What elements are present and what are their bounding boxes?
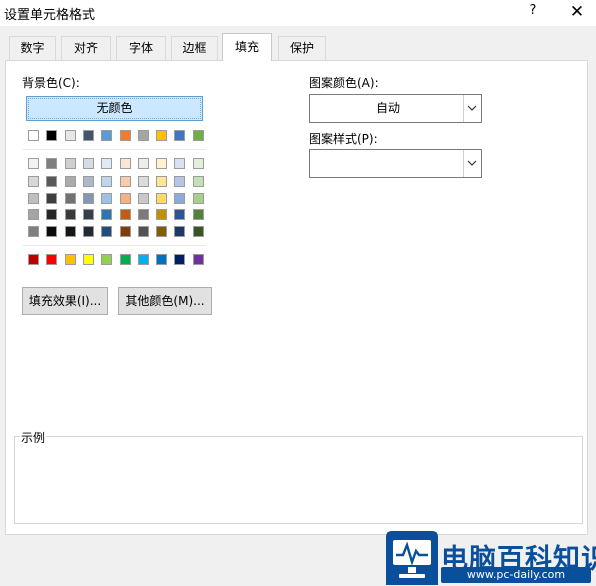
theme-shade-swatch[interactable] — [46, 226, 57, 237]
theme-color-swatch[interactable] — [83, 130, 94, 141]
theme-shade-swatch[interactable] — [193, 209, 204, 220]
chevron-down-icon[interactable] — [463, 95, 481, 122]
monitor-icon — [386, 531, 438, 585]
tab-font[interactable]: 字体 — [116, 36, 166, 60]
standard-color-swatch[interactable] — [138, 254, 149, 265]
theme-shade-swatch[interactable] — [138, 209, 149, 220]
theme-shade-swatch[interactable] — [193, 226, 204, 237]
theme-color-swatch[interactable] — [156, 130, 167, 141]
theme-shade-swatch[interactable] — [28, 158, 39, 169]
theme-shade-swatch[interactable] — [174, 176, 185, 187]
theme-color-swatch[interactable] — [120, 130, 131, 141]
pattern-color-dropdown[interactable]: 自动 — [309, 94, 482, 123]
theme-shade-swatch[interactable] — [174, 226, 185, 237]
theme-shade-swatch[interactable] — [83, 176, 94, 187]
sample-preview — [14, 436, 583, 524]
palette-divider — [23, 245, 206, 246]
standard-color-swatch[interactable] — [28, 254, 39, 265]
theme-shade-swatch[interactable] — [156, 158, 167, 169]
theme-color-swatch[interactable] — [138, 130, 149, 141]
theme-shade-swatch[interactable] — [156, 226, 167, 237]
theme-color-swatch[interactable] — [28, 130, 39, 141]
standard-color-swatch[interactable] — [193, 254, 204, 265]
dialog-title: 设置单元格格式 — [4, 8, 96, 23]
theme-shade-swatch[interactable] — [65, 226, 76, 237]
theme-shade-swatch[interactable] — [65, 176, 76, 187]
theme-shade-swatch[interactable] — [101, 158, 112, 169]
theme-shade-swatch[interactable] — [101, 193, 112, 204]
theme-shade-swatch[interactable] — [28, 209, 39, 220]
fill-effects-button[interactable]: 填充效果(I)... — [22, 287, 108, 315]
theme-shade-swatch[interactable] — [120, 176, 131, 187]
tab-protection[interactable]: 保护 — [278, 36, 326, 60]
theme-shade-swatch[interactable] — [46, 158, 57, 169]
standard-color-swatch[interactable] — [156, 254, 167, 265]
close-button[interactable]: ✕ — [566, 1, 588, 23]
watermark-logo: 电脑百科知识 www.pc-daily.com — [384, 529, 596, 586]
theme-shade-swatch[interactable] — [46, 176, 57, 187]
theme-shade-swatch[interactable] — [83, 226, 94, 237]
theme-shade-swatch[interactable] — [120, 226, 131, 237]
theme-shade-swatch[interactable] — [101, 209, 112, 220]
theme-shade-swatch[interactable] — [193, 176, 204, 187]
theme-shade-swatch[interactable] — [193, 193, 204, 204]
standard-color-swatch[interactable] — [46, 254, 57, 265]
no-color-button[interactable]: 无颜色 — [26, 96, 203, 121]
tab-alignment[interactable]: 对齐 — [61, 36, 111, 60]
theme-shade-swatch[interactable] — [101, 226, 112, 237]
theme-shade-swatch[interactable] — [156, 193, 167, 204]
theme-shade-swatch[interactable] — [156, 209, 167, 220]
chevron-down-icon[interactable] — [463, 150, 481, 177]
theme-color-swatch[interactable] — [65, 130, 76, 141]
tab-fill[interactable]: 填充 — [222, 33, 272, 61]
theme-shade-swatch[interactable] — [174, 209, 185, 220]
theme-shade-swatch[interactable] — [174, 158, 185, 169]
theme-shade-swatch[interactable] — [120, 193, 131, 204]
theme-shade-swatch[interactable] — [28, 226, 39, 237]
theme-shade-swatch[interactable] — [65, 158, 76, 169]
sample-label: 示例 — [20, 429, 47, 446]
theme-shade-swatch[interactable] — [138, 226, 149, 237]
title-bar: 设置单元格格式 ? ✕ — [0, 0, 596, 26]
theme-shade-swatch[interactable] — [65, 193, 76, 204]
pattern-style-dropdown[interactable] — [309, 149, 482, 178]
theme-color-swatch[interactable] — [193, 130, 204, 141]
standard-color-swatch[interactable] — [174, 254, 185, 265]
watermark-url: www.pc-daily.com — [441, 567, 591, 583]
standard-color-swatch[interactable] — [120, 254, 131, 265]
standard-color-swatch[interactable] — [65, 254, 76, 265]
pattern-style-label: 图案样式(P): — [309, 132, 378, 146]
pattern-color-value: 自动 — [375, 101, 400, 115]
theme-shade-swatch[interactable] — [46, 193, 57, 204]
theme-shade-swatch[interactable] — [138, 193, 149, 204]
theme-shade-swatch[interactable] — [28, 193, 39, 204]
palette-divider — [23, 149, 206, 150]
theme-color-swatch[interactable] — [46, 130, 57, 141]
background-color-label: 背景色(C): — [22, 76, 80, 90]
theme-shade-swatch[interactable] — [138, 176, 149, 187]
tab-border[interactable]: 边框 — [171, 36, 218, 60]
theme-shade-swatch[interactable] — [101, 176, 112, 187]
standard-color-swatch[interactable] — [101, 254, 112, 265]
standard-color-swatch[interactable] — [83, 254, 94, 265]
theme-shade-swatch[interactable] — [138, 158, 149, 169]
theme-shade-swatch[interactable] — [120, 158, 131, 169]
theme-shade-swatch[interactable] — [174, 193, 185, 204]
theme-shade-swatch[interactable] — [193, 158, 204, 169]
theme-color-swatch[interactable] — [174, 130, 185, 141]
pattern-style-value — [310, 150, 466, 177]
help-button[interactable]: ? — [526, 3, 540, 21]
pattern-color-label: 图案颜色(A): — [309, 76, 379, 90]
theme-shade-swatch[interactable] — [120, 209, 131, 220]
theme-shade-swatch[interactable] — [83, 209, 94, 220]
theme-shade-swatch[interactable] — [28, 176, 39, 187]
more-colors-button[interactable]: 其他颜色(M)... — [118, 287, 212, 315]
theme-shade-swatch[interactable] — [46, 209, 57, 220]
theme-color-swatch[interactable] — [101, 130, 112, 141]
theme-shade-swatch[interactable] — [65, 209, 76, 220]
theme-shade-swatch[interactable] — [83, 193, 94, 204]
theme-shade-swatch[interactable] — [156, 176, 167, 187]
theme-shade-swatch[interactable] — [83, 158, 94, 169]
tab-number[interactable]: 数字 — [9, 36, 56, 60]
